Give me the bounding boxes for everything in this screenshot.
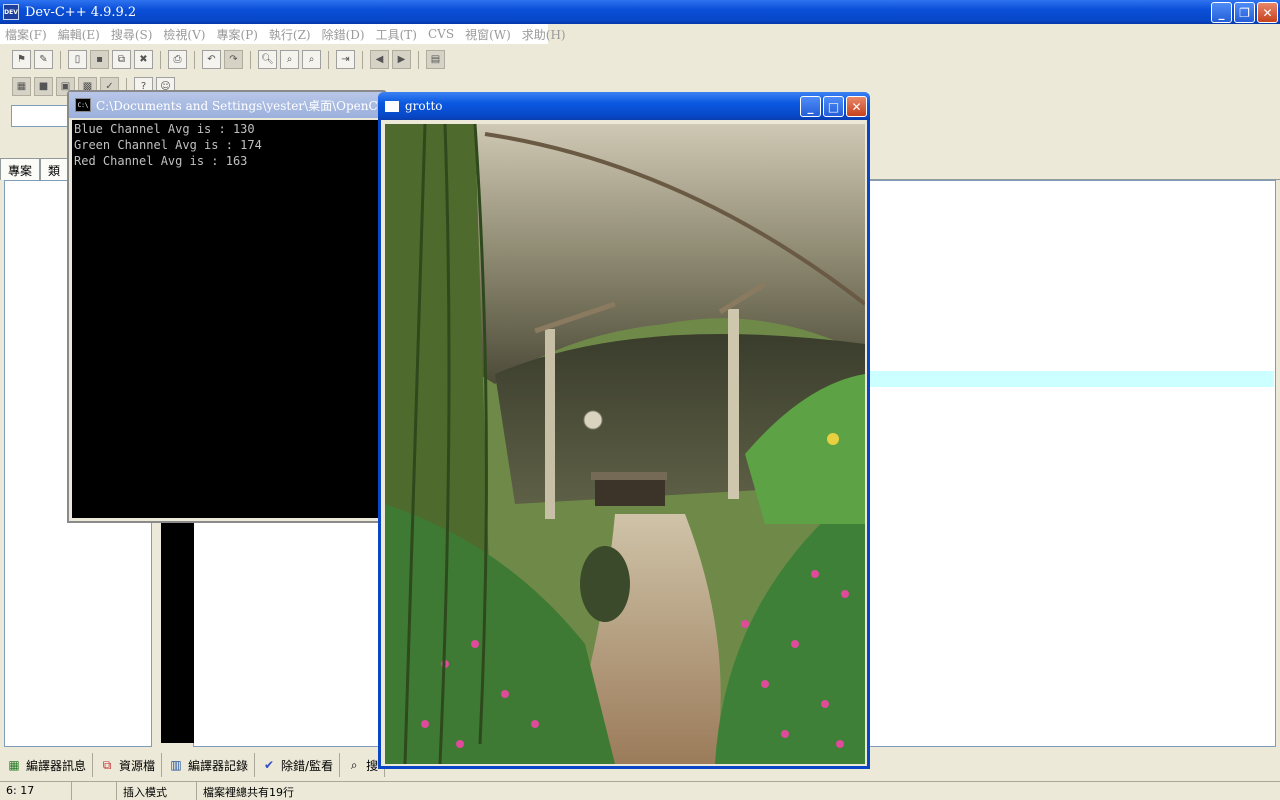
close-file-icon[interactable]: ✖ [134, 50, 153, 69]
status-bar: 6: 17 插入模式 檔案裡總共有19行 [0, 781, 1280, 800]
status-line-count: 檔案裡總共有19行 [203, 786, 294, 799]
compile-icon[interactable]: ▦ [12, 77, 31, 96]
menu-view[interactable]: 檢視(V) [158, 26, 211, 43]
restore-button[interactable]: ❐ [1234, 2, 1255, 23]
menu-project[interactable]: 專案(P) [211, 26, 263, 43]
close-button[interactable]: ✕ [1257, 2, 1278, 23]
menu-file[interactable]: 檔案(F) [0, 26, 53, 43]
prev-tab-icon[interactable]: ◀ [370, 50, 389, 69]
replace-icon[interactable]: ⌕ [280, 50, 299, 69]
image-window-title: grotto [405, 99, 443, 113]
editor-tab-strip [870, 158, 1280, 180]
class-combo[interactable] [11, 105, 71, 127]
window-icon [385, 100, 399, 112]
grotto-photo-illustration [385, 124, 865, 764]
find-icon[interactable]: 🔍︎ [258, 50, 277, 69]
find-icon: ⌕ [350, 757, 358, 772]
tab-compiler-messages[interactable]: ▦ 編譯器訊息 [0, 753, 94, 777]
check-icon: ✔ [264, 758, 275, 772]
console-window[interactable]: C:\ C:\Documents and Settings\yester\桌面\… [67, 90, 387, 523]
console-icon: C:\ [75, 98, 91, 112]
status-insert-mode: 插入模式 [117, 782, 197, 800]
find-next-icon[interactable]: ⌕ [302, 50, 321, 69]
menu-edit[interactable]: 編輯(E) [53, 26, 106, 43]
clear-icon[interactable]: ✎ [34, 50, 53, 69]
grotto-photo [385, 124, 865, 764]
image-window-title-bar[interactable]: grotto _ □ ✕ [378, 92, 870, 120]
main-title-bar[interactable]: DEV Dev-C++ 4.9.9.2 _ ❐ ✕ [0, 0, 1280, 24]
tab-project[interactable]: 專案 [0, 158, 41, 180]
menu-window[interactable]: 視窗(W) [460, 26, 517, 43]
image-window[interactable]: grotto _ □ ✕ [378, 92, 870, 769]
undo-icon[interactable]: ↶ [202, 50, 221, 69]
print-icon[interactable]: ⎙ [168, 50, 187, 69]
menu-bar: 檔案(F) 編輯(E) 搜尋(S) 檢視(V) 專案(P) 執行(Z) 除錯(D… [0, 24, 566, 44]
console-line: Blue Channel Avg is : 130 [74, 122, 255, 136]
resources-icon: ⧉ [102, 757, 112, 772]
tab-resources[interactable]: ⧉ 資源檔 [93, 753, 163, 777]
minimize-button[interactable]: _ [1211, 2, 1232, 23]
menu-execute[interactable]: 執行(Z) [264, 26, 317, 43]
menu-cvs[interactable]: CVS [423, 27, 460, 41]
new-file-icon[interactable]: ▯ [68, 50, 87, 69]
console-title: C:\Documents and Settings\yester\桌面\Open… [96, 98, 385, 113]
grid-icon: ▦ [8, 758, 20, 772]
image-minimize-button[interactable]: _ [800, 96, 821, 117]
console-output: Blue Channel Avg is : 130 Green Channel … [72, 120, 385, 518]
editor-gutter [161, 520, 194, 743]
tab-debug-watch[interactable]: ✔ 除錯/監看 [255, 753, 341, 777]
console-line: Green Channel Avg is : 174 [74, 138, 262, 152]
chart-icon: ▥ [170, 758, 182, 772]
menu-help[interactable]: 求助(H) [517, 26, 572, 43]
window-title: Dev-C++ 4.9.9.2 [25, 4, 137, 20]
save-all-icon[interactable]: ⧉ [112, 50, 131, 69]
open-project-icon[interactable]: ⚑ [12, 50, 31, 69]
current-line-highlight [870, 371, 1274, 387]
tab-classes[interactable]: 類 [40, 158, 69, 180]
run-icon[interactable]: ■ [34, 77, 53, 96]
next-tab-icon[interactable]: ▶ [392, 50, 411, 69]
devcpp-app-icon: DEV [3, 4, 19, 20]
tab-compile-log[interactable]: ▥ 編譯器記錄 [162, 753, 256, 777]
menu-debug[interactable]: 除錯(D) [317, 26, 371, 43]
menu-search[interactable]: 搜尋(S) [106, 26, 159, 43]
console-line: Red Channel Avg is : 163 [74, 154, 248, 168]
status-cursor-position: 6: 17 [0, 782, 72, 800]
menu-tools[interactable]: 工具(T) [371, 26, 423, 43]
redo-icon[interactable]: ↷ [224, 50, 243, 69]
console-title-bar[interactable]: C:\ C:\Documents and Settings\yester\桌面\… [69, 92, 385, 118]
main-toolbar: ⚑ ✎ ▯ ▪ ⧉ ✖ ⎙ ↶ ↷ 🔍︎ ⌕ ⌕ ⇥ ◀ ▶ ▤ [12, 50, 445, 69]
image-maximize-button[interactable]: □ [823, 96, 844, 117]
save-icon[interactable]: ▪ [90, 50, 109, 69]
goto-line-icon[interactable]: ⇥ [336, 50, 355, 69]
image-close-button[interactable]: ✕ [846, 96, 867, 117]
status-modified [72, 782, 117, 800]
bookmark-icon[interactable]: ▤ [426, 50, 445, 69]
left-panel-tabs: 專案 類 [0, 158, 72, 180]
